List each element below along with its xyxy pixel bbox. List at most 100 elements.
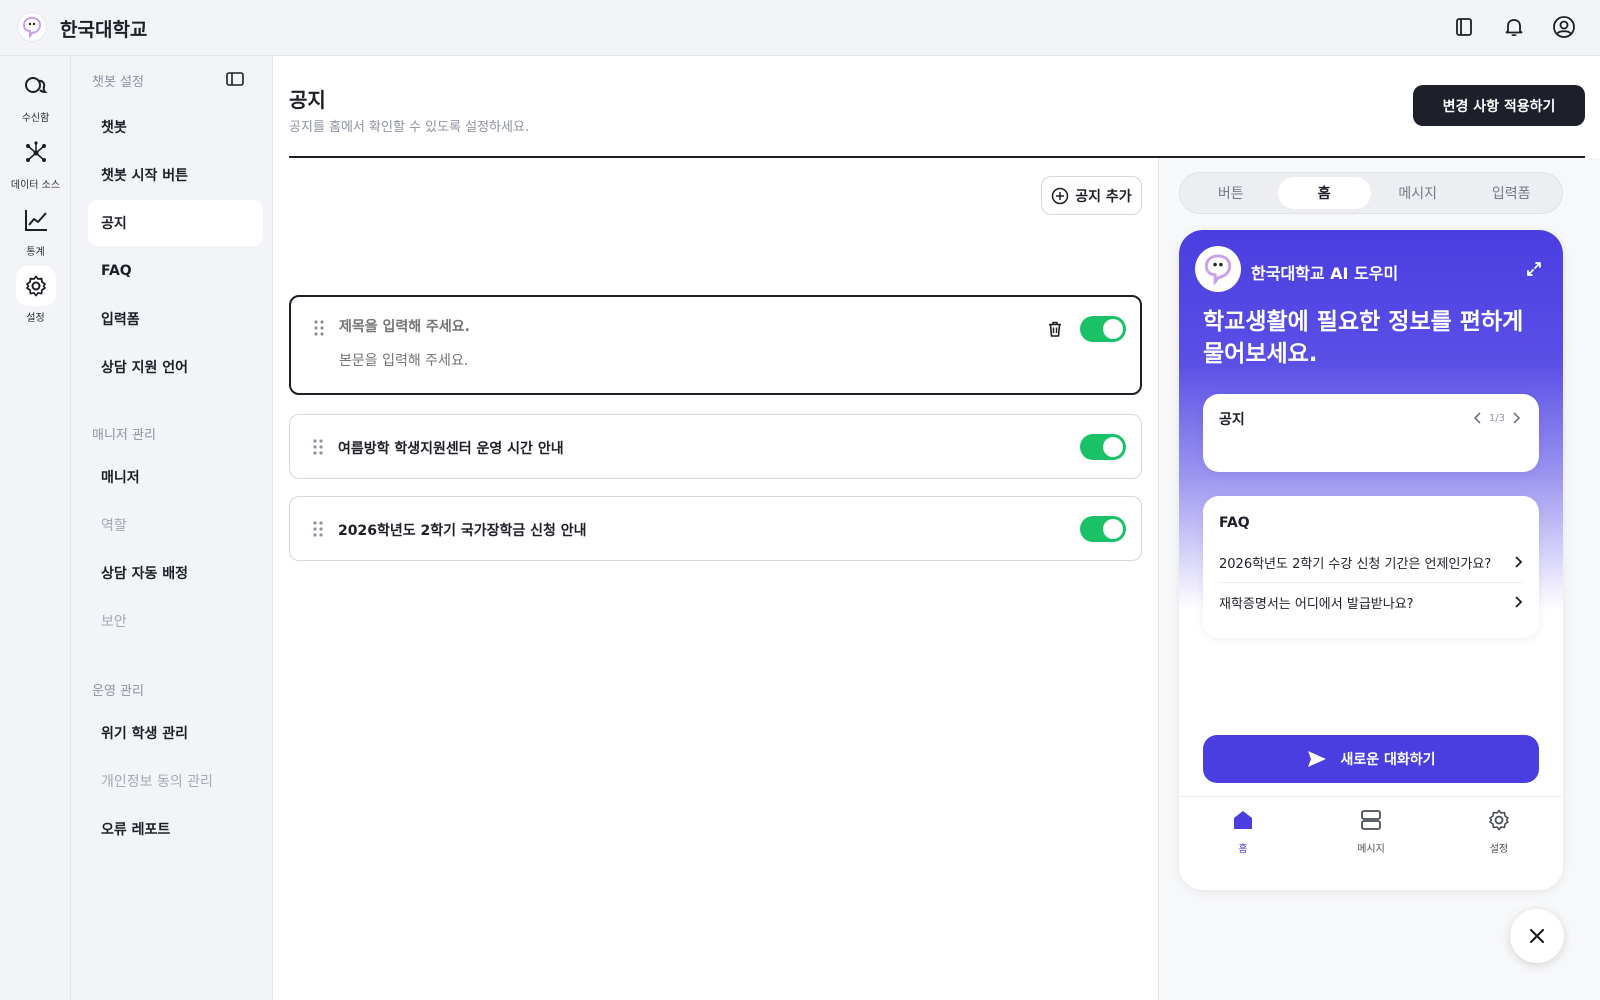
notice-title: 2026학년도 2학기 국가장학금 신청 안내 (338, 523, 587, 539)
send-icon (1308, 751, 1327, 767)
preview-tab-input-form[interactable]: 입력폼 (1465, 177, 1559, 209)
sidebar-item-auto-assign[interactable]: 상담 자동 배정 (88, 550, 263, 596)
rail-label: 통계 (26, 247, 45, 258)
chatbot-preview-phone: 한국대학교 AI 도우미 학교생활에 필요한 정보를 편하게 물어보세요. 공지… (1179, 230, 1563, 890)
notice-card-title: 공지 (1219, 412, 1245, 428)
faq-item[interactable]: 2026학년도 2학기 수강 신청 기간은 언제인가요? (1219, 542, 1523, 582)
nav-item-home[interactable]: 홈 (1179, 808, 1307, 855)
inbox-icon (16, 66, 56, 106)
notice-card[interactable]: 여름방학 학생지원센터 운영 시간 안내 (289, 414, 1142, 479)
preview-tabs: 버튼 홈 메시지 입력폼 (1179, 172, 1563, 214)
nav-item-messages[interactable]: 메시지 (1307, 808, 1435, 855)
faq-question: 2026학년도 2학기 수강 신청 기간은 언제인가요? (1219, 556, 1492, 572)
drag-handle-icon[interactable] (313, 319, 325, 337)
user-icon[interactable] (1550, 13, 1578, 41)
sidebar-group-title: 운영 관리 (92, 684, 144, 699)
sidebar-item-privacy-consent[interactable]: 개인정보 동의 관리 (88, 758, 263, 804)
messages-icon (1361, 810, 1381, 830)
rail-item-settings[interactable]: 설정 (0, 266, 71, 324)
apply-changes-button[interactable]: 변경 사항 적용하기 (1413, 85, 1585, 126)
drag-handle-icon[interactable] (312, 438, 324, 456)
new-chat-label: 새로운 대화하기 (1340, 752, 1436, 768)
add-notice-label: 공지 추가 (1075, 188, 1132, 205)
bot-logo-icon (1204, 254, 1232, 285)
sidebar-item-roles[interactable]: 역할 (88, 502, 263, 548)
gear-icon (15, 266, 56, 306)
expand-icon[interactable] (1525, 260, 1543, 278)
settings-sidebar: 챗봇 설정 챗봇 챗봇 시작 버튼 공지 FAQ 입력폼 상담 지원 언어 매니… (71, 56, 273, 1000)
chevron-right-icon (1515, 556, 1523, 568)
notice-title-input[interactable] (339, 319, 939, 335)
drag-handle-icon[interactable] (312, 520, 324, 538)
rail-item-data-source[interactable]: 데이터 소스 (0, 133, 71, 191)
brand-name: 한국대학교 (60, 19, 148, 41)
preview-panel: 버튼 홈 메시지 입력폼 한국대학교 AI 도우미 학교생활에 필요한 정보를 … (1159, 158, 1600, 1000)
page-title: 공지 (289, 88, 326, 112)
sidebar-item-chatbot[interactable]: 챗봇 (88, 104, 263, 150)
faq-item[interactable]: 재학증명서는 어디에서 발급받나요? (1219, 582, 1523, 622)
chevron-right-icon[interactable] (1509, 411, 1523, 425)
sidebar-item-notice[interactable]: 공지 (88, 200, 263, 246)
faq-question: 재학증명서는 어디에서 발급받나요? (1219, 596, 1414, 612)
sidebar-item-error-report[interactable]: 오류 레포트 (88, 806, 263, 852)
new-chat-button[interactable]: 새로운 대화하기 (1203, 735, 1539, 783)
sidebar-toggle-icon[interactable] (226, 71, 248, 89)
rail-item-stats[interactable]: 통계 (0, 200, 71, 258)
nav-label: 메시지 (1357, 844, 1385, 855)
logo-icon (22, 16, 42, 38)
sidebar-item-crisis-students[interactable]: 위기 학생 관리 (88, 710, 263, 756)
chevron-right-icon (1515, 596, 1523, 608)
gear-icon (1489, 809, 1509, 831)
sidebar-group-title: 매니저 관리 (92, 428, 156, 443)
pager-count: 1/3 (1488, 412, 1505, 424)
notice-enabled-toggle[interactable] (1080, 316, 1126, 342)
faq-card-title: FAQ (1219, 515, 1250, 531)
notice-enabled-toggle[interactable] (1080, 434, 1126, 460)
notice-body-input[interactable] (339, 353, 939, 369)
bot-name: 한국대학교 AI 도우미 (1251, 264, 1399, 283)
trash-icon[interactable] (1046, 320, 1064, 338)
add-notice-button[interactable]: 공지 추가 (1041, 176, 1142, 215)
notice-title: 여름방학 학생지원센터 운영 시간 안내 (338, 441, 564, 457)
notice-edit-card (289, 295, 1142, 395)
sidebar-group-title: 챗봇 설정 (92, 75, 144, 90)
rail-item-inbox[interactable]: 수신함 (0, 66, 71, 124)
faq-preview-card: FAQ 2026학년도 2학기 수강 신청 기간은 언제인가요? 재학증명서는 … (1203, 496, 1539, 638)
chart-icon (16, 200, 56, 240)
main-content: 공지 공지를 홈에서 확인할 수 있도록 설정하세요. 변경 사항 적용하기 공… (273, 56, 1600, 1000)
sidebar-item-chatbot-start-button[interactable]: 챗봇 시작 버튼 (88, 152, 263, 198)
bot-avatar (1195, 246, 1241, 292)
nav-label: 홈 (1238, 844, 1248, 855)
preview-bottom-nav: 홈 메시지 설정 (1179, 808, 1563, 855)
data-source-icon (16, 133, 56, 173)
preview-tab-messages[interactable]: 메시지 (1371, 177, 1465, 209)
preview-headline: 학교생활에 필요한 정보를 편하게 물어보세요. (1203, 309, 1524, 367)
bell-icon[interactable] (1500, 13, 1528, 41)
nav-divider (1179, 796, 1563, 797)
sidebar-item-faq[interactable]: FAQ (88, 248, 263, 294)
book-icon[interactable] (1450, 13, 1478, 41)
home-icon (1234, 811, 1252, 829)
notice-preview-card[interactable]: 공지 1/3 (1203, 394, 1539, 472)
rail-label: 수신함 (21, 113, 50, 124)
preview-tab-home[interactable]: 홈 (1277, 177, 1371, 209)
sidebar-item-input-form[interactable]: 입력폼 (88, 296, 263, 342)
sidebar-item-security[interactable]: 보안 (88, 598, 263, 644)
top-bar: 한국대학교 (0, 0, 1600, 56)
notice-list: 공지 추가 여름방학 학생지원센터 운영 시간 안내 2026학년도 2학기 국… (289, 158, 1142, 1000)
preview-tab-button[interactable]: 버튼 (1184, 177, 1278, 209)
nav-label: 설정 (1489, 844, 1509, 855)
notice-card[interactable]: 2026학년도 2학기 국가장학금 신청 안내 (289, 496, 1142, 561)
close-icon (1529, 928, 1545, 944)
plus-circle-icon (1052, 187, 1069, 204)
sidebar-item-languages[interactable]: 상담 지원 언어 (88, 344, 263, 390)
close-preview-button[interactable] (1510, 909, 1564, 963)
nav-item-settings[interactable]: 설정 (1435, 808, 1563, 855)
chevron-left-icon[interactable] (1471, 411, 1485, 425)
page-subtitle: 공지를 홈에서 확인할 수 있도록 설정하세요. (289, 120, 530, 135)
notice-enabled-toggle[interactable] (1080, 516, 1126, 542)
rail-label: 설정 (26, 313, 45, 324)
sidebar-item-managers[interactable]: 매니저 (88, 454, 263, 500)
rail-label: 데이터 소스 (10, 180, 61, 191)
logo[interactable] (17, 12, 47, 42)
